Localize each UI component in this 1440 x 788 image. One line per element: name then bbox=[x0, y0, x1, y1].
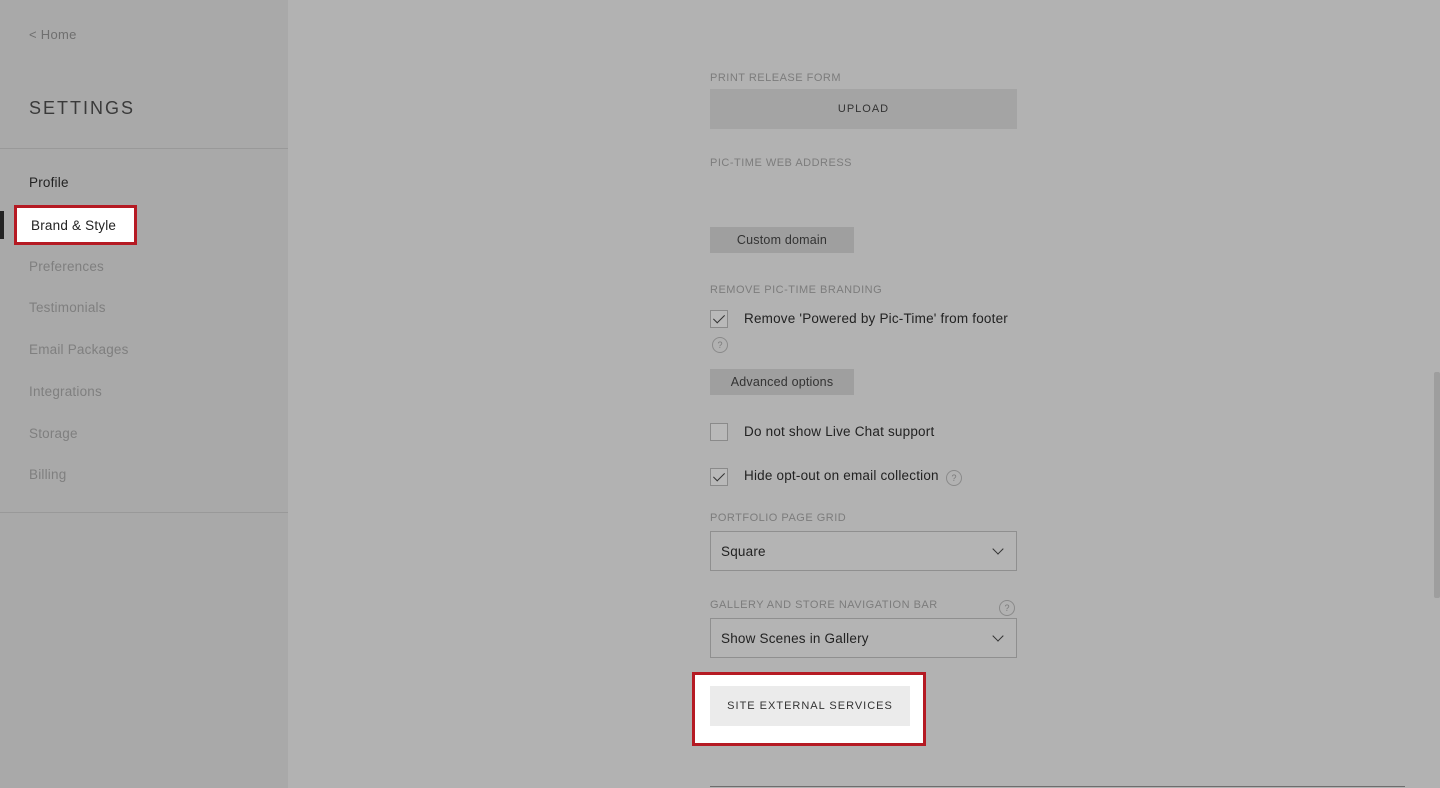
sidebar-item-email-packages[interactable]: Email Packages bbox=[29, 342, 129, 357]
sidebar-item-billing[interactable]: Billing bbox=[29, 467, 66, 482]
advanced-options-button[interactable]: Advanced options bbox=[710, 369, 854, 395]
opt-out-label: Hide opt-out on email collection bbox=[744, 468, 939, 483]
upload-button[interactable]: UPLOAD bbox=[710, 89, 1017, 129]
portfolio-grid-value: Square bbox=[721, 544, 766, 559]
live-chat-checkbox[interactable] bbox=[710, 423, 728, 441]
opt-out-help-icon[interactable]: ? bbox=[946, 470, 962, 486]
sidebar-item-brand-style[interactable]: Brand & Style bbox=[14, 205, 137, 245]
chevron-down-icon bbox=[992, 630, 1004, 642]
opt-out-checkbox[interactable] bbox=[710, 468, 728, 486]
sidebar-divider-top bbox=[0, 148, 288, 149]
scrollbar[interactable] bbox=[1434, 0, 1440, 788]
section-divider bbox=[710, 786, 1405, 787]
nav-bar-select[interactable]: Show Scenes in Gallery bbox=[710, 618, 1017, 658]
sidebar-item-preferences[interactable]: Preferences bbox=[29, 259, 104, 274]
nav-bar-label: GALLERY AND STORE NAVIGATION BAR bbox=[710, 599, 938, 611]
sidebar-item-integrations[interactable]: Integrations bbox=[29, 384, 102, 399]
sidebar-item-testimonials[interactable]: Testimonials bbox=[29, 300, 106, 315]
scrollbar-thumb[interactable] bbox=[1434, 372, 1440, 598]
settings-sidebar: < Home SETTINGS Profile Brand & Style Pr… bbox=[0, 0, 288, 788]
sidebar-active-indicator bbox=[0, 211, 4, 239]
sidebar-divider-bottom bbox=[0, 512, 288, 513]
live-chat-label: Do not show Live Chat support bbox=[744, 424, 935, 439]
remove-branding-checkbox[interactable] bbox=[710, 310, 728, 328]
custom-domain-button[interactable]: Custom domain bbox=[710, 227, 854, 253]
home-link[interactable]: < Home bbox=[29, 27, 77, 42]
sidebar-item-profile[interactable]: Profile bbox=[29, 175, 69, 190]
page-title: SETTINGS bbox=[29, 98, 136, 118]
site-external-services-button[interactable]: SITE EXTERNAL SERVICES bbox=[710, 686, 910, 726]
sidebar-item-storage[interactable]: Storage bbox=[29, 426, 78, 441]
branding-help-icon[interactable]: ? bbox=[712, 337, 728, 353]
portfolio-grid-select[interactable]: Square bbox=[710, 531, 1017, 571]
print-release-label: PRINT RELEASE FORM bbox=[710, 72, 842, 84]
web-address-label: PIC-TIME WEB ADDRESS bbox=[710, 157, 853, 169]
nav-bar-value: Show Scenes in Gallery bbox=[721, 631, 869, 646]
remove-branding-label: Remove 'Powered by Pic-Time' from footer bbox=[744, 311, 1008, 326]
branding-label: REMOVE PIC-TIME BRANDING bbox=[710, 284, 883, 296]
portfolio-grid-label: PORTFOLIO PAGE GRID bbox=[710, 512, 847, 524]
nav-bar-help-icon[interactable]: ? bbox=[999, 600, 1015, 616]
chevron-down-icon bbox=[992, 543, 1004, 555]
